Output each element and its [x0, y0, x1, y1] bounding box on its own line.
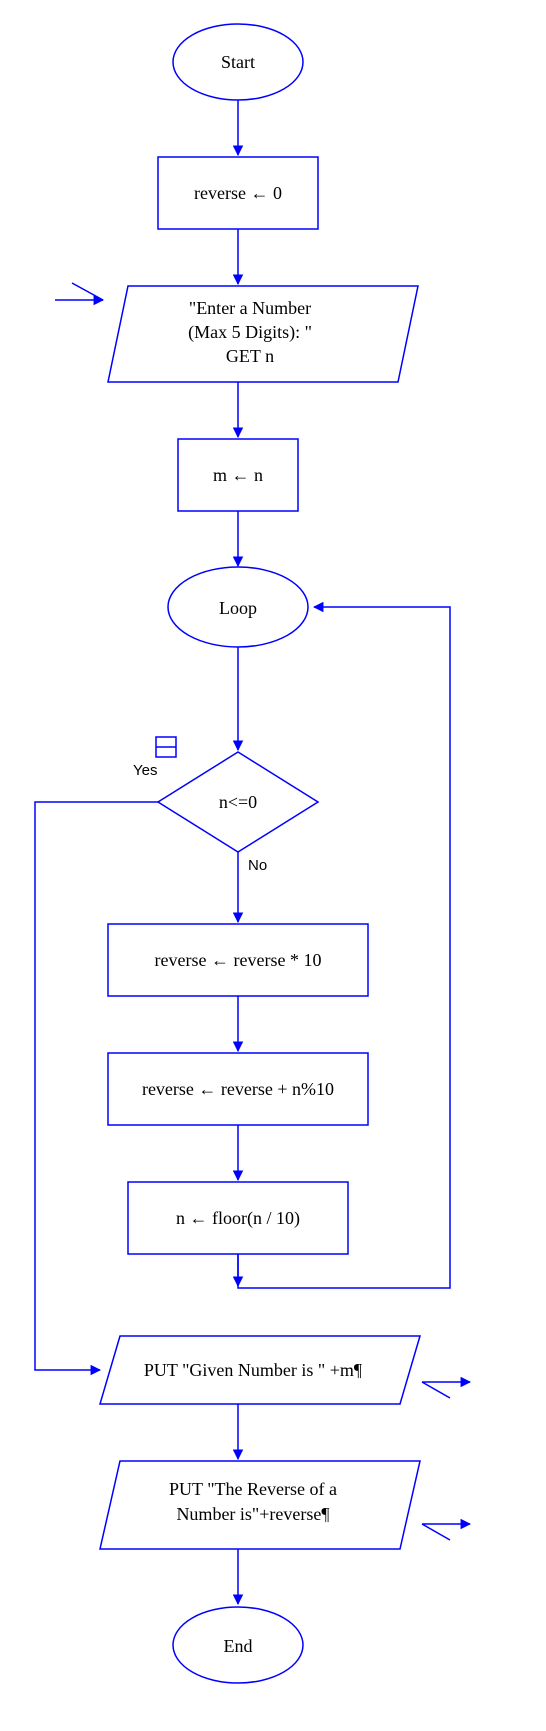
input-indicator-tail: [72, 283, 103, 300]
input-line1: "Enter a Number: [189, 298, 311, 318]
input-line2: (Max 5 Digits): ": [188, 322, 312, 343]
output2-node: PUT "The Reverse of a Number is"+reverse…: [100, 1461, 420, 1549]
step3-node: n ← floor(n / 10): [128, 1182, 348, 1254]
flowchart-canvas: Start reverse ← 0 "Enter a Number (Max 5…: [0, 0, 546, 1731]
input-line3: GET n: [226, 346, 274, 366]
copy-label: m ← n: [213, 465, 263, 485]
output2-line1: PUT "The Reverse of a: [169, 1479, 337, 1499]
annotation-icon: [156, 737, 176, 757]
output1-label: PUT "Given Number is " +m¶: [144, 1360, 362, 1380]
step3-label: n ← floor(n / 10): [176, 1208, 300, 1229]
no-label: No: [248, 857, 267, 874]
input-node: "Enter a Number (Max 5 Digits): " GET n: [108, 286, 418, 382]
output2-line2: Number is"+reverse¶: [176, 1504, 329, 1524]
end-node: End: [173, 1607, 303, 1683]
loop-label: Loop: [219, 598, 257, 618]
loop-node: Loop: [168, 567, 308, 647]
decision-node: n<=0: [158, 752, 318, 852]
output2-indicator-tail: [422, 1524, 450, 1540]
step1-label: reverse ← reverse * 10: [155, 950, 322, 970]
step2-label: reverse ← reverse + n%10: [142, 1079, 334, 1099]
output1-indicator-tail: [422, 1382, 450, 1398]
start-node: Start: [173, 24, 303, 100]
yes-label: Yes: [133, 762, 157, 779]
decision-label: n<=0: [219, 792, 257, 812]
output1-node: PUT "Given Number is " +m¶: [100, 1336, 420, 1404]
end-label: End: [224, 1636, 253, 1656]
init-reverse-node: reverse ← 0: [158, 157, 318, 229]
init-reverse-label: reverse ← 0: [194, 183, 282, 203]
loop-back-arrow: [238, 607, 450, 1288]
step1-node: reverse ← reverse * 10: [108, 924, 368, 996]
start-label: Start: [221, 52, 255, 72]
yes-branch-arrow: [35, 802, 158, 1370]
copy-node: m ← n: [178, 439, 298, 511]
step2-node: reverse ← reverse + n%10: [108, 1053, 368, 1125]
